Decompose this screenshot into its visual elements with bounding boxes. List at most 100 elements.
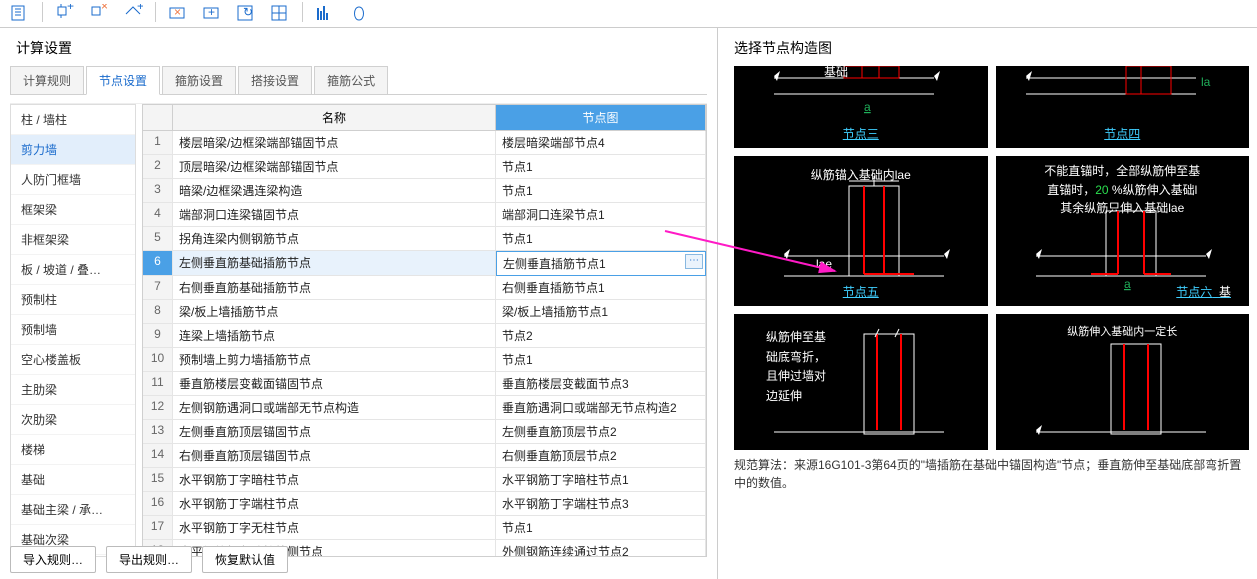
tab-node-settings[interactable]: 节点设置 bbox=[86, 66, 160, 95]
sidebar-item-stair[interactable]: 楼梯 bbox=[11, 435, 135, 465]
sidebar-item-precol[interactable]: 预制柱 bbox=[11, 285, 135, 315]
table-row[interactable]: 3暗梁/边框梁遇连梁构造节点1 bbox=[143, 179, 706, 203]
sidebar-item-foundation[interactable]: 基础 bbox=[11, 465, 135, 495]
sidebar-item-column[interactable]: 柱 / 墙柱 bbox=[11, 105, 135, 135]
row-number: 17 bbox=[143, 516, 173, 540]
sidebar-item-prewall[interactable]: 预制墙 bbox=[11, 315, 135, 345]
right-panel-title: 选择节点构造图 bbox=[734, 38, 1249, 66]
more-button[interactable]: ⋯ bbox=[685, 254, 703, 269]
diagram-node-8[interactable]: 纵筋伸入基础内一定长 bbox=[996, 314, 1250, 450]
row-number: 9 bbox=[143, 324, 173, 348]
tab-stirrup-formula[interactable]: 箍筋公式 bbox=[314, 66, 388, 94]
sidebar-item-framebeam[interactable]: 框架梁 bbox=[11, 195, 135, 225]
import-rules-button[interactable]: 导入规则… bbox=[10, 546, 96, 573]
tab-stirrup-settings[interactable]: 箍筋设置 bbox=[162, 66, 236, 94]
row-name: 水平钢筋丁字暗柱节点 bbox=[173, 468, 496, 492]
sidebar-item-secrib[interactable]: 次肋梁 bbox=[11, 405, 135, 435]
diagram-node-6[interactable]: 不能直锚时，全部纵筋伸至基 直锚时，20 %纵筋伸入基础l 其余纵筋只伸入基础l… bbox=[996, 156, 1250, 306]
svg-text:lae: lae bbox=[816, 257, 832, 271]
diagram-caption: 节点六 bbox=[1176, 285, 1212, 299]
tab-calc-rules[interactable]: 计算规则 bbox=[10, 66, 84, 94]
toolbar-icon-6[interactable]: + bbox=[200, 2, 224, 26]
sidebar-item-slab[interactable]: 板 / 坡道 / 叠… bbox=[11, 255, 135, 285]
row-number: 1 bbox=[143, 131, 173, 155]
header-node[interactable]: 节点图 bbox=[496, 105, 706, 131]
toolbar-icon-2[interactable]: + bbox=[53, 2, 77, 26]
row-node-value[interactable]: 楼层暗梁端部节点4 bbox=[496, 131, 706, 155]
table-row[interactable]: 8梁/板上墙插筋节点梁/板上墙插筋节点1 bbox=[143, 300, 706, 324]
table-row[interactable]: 13左侧垂直筋顶层锚固节点左侧垂直筋顶层节点2 bbox=[143, 420, 706, 444]
row-node-value[interactable]: 梁/板上墙插筋节点1 bbox=[496, 300, 706, 324]
table-row[interactable]: 7右侧垂直筋基础插筋节点右侧垂直插筋节点1 bbox=[143, 276, 706, 300]
sidebar-item-nonframebeam[interactable]: 非框架梁 bbox=[11, 225, 135, 255]
table-row[interactable]: 4端部洞口连梁锚固节点端部洞口连梁节点1 bbox=[143, 203, 706, 227]
row-name: 暗梁/边框梁遇连梁构造 bbox=[173, 179, 496, 203]
table-row[interactable]: 6左侧垂直筋基础插筋节点左侧垂直插筋节点1⋯ bbox=[143, 251, 706, 276]
row-number: 16 bbox=[143, 492, 173, 516]
row-number: 6 bbox=[143, 251, 173, 276]
toolbar-icon-5[interactable]: × bbox=[166, 2, 190, 26]
table-row[interactable]: 11垂直筋楼层变截面锚固节点垂直筋楼层变截面节点3 bbox=[143, 372, 706, 396]
diagram-node-4[interactable]: la 节点四 bbox=[996, 66, 1250, 148]
toolbar-icon-1[interactable] bbox=[8, 2, 32, 26]
row-node-value[interactable]: 左侧垂直筋顶层节点2 bbox=[496, 420, 706, 444]
row-node-value[interactable]: 节点2 bbox=[496, 324, 706, 348]
table-row[interactable]: 15水平钢筋丁字暗柱节点水平钢筋丁字暗柱节点1 bbox=[143, 468, 706, 492]
row-node-value[interactable]: 外侧钢筋连续通过节点2 bbox=[496, 540, 706, 557]
export-rules-button[interactable]: 导出规则… bbox=[106, 546, 192, 573]
diagram-node-3[interactable]: 基础 a 节点三 bbox=[734, 66, 988, 148]
row-node-value[interactable]: 垂直筋楼层变截面节点3 bbox=[496, 372, 706, 396]
row-number: 10 bbox=[143, 348, 173, 372]
diagram-node-5[interactable]: 纵筋锚入基础内lae lae 节点五 bbox=[734, 156, 988, 306]
restore-default-button[interactable]: 恢复默认值 bbox=[202, 546, 288, 573]
row-name: 左侧钢筋遇洞口或端部无节点构造 bbox=[173, 396, 496, 420]
row-node-value[interactable]: 水平钢筋丁字暗柱节点1 bbox=[496, 468, 706, 492]
table-row[interactable]: 10预制墙上剪力墙插筋节点节点1 bbox=[143, 348, 706, 372]
sidebar-item-defense[interactable]: 人防门框墙 bbox=[11, 165, 135, 195]
row-node-value[interactable]: 节点1 bbox=[496, 516, 706, 540]
sidebar-item-shearwall[interactable]: 剪力墙 bbox=[11, 135, 135, 165]
table-row[interactable]: 16水平钢筋丁字端柱节点水平钢筋丁字端柱节点3 bbox=[143, 492, 706, 516]
row-node-value[interactable]: 右侧垂直筋顶层节点2 bbox=[496, 444, 706, 468]
row-name: 右侧垂直筋基础插筋节点 bbox=[173, 276, 496, 300]
sidebar-item-hollow[interactable]: 空心楼盖板 bbox=[11, 345, 135, 375]
toolbar-icon-4[interactable]: + bbox=[121, 2, 145, 26]
diagram-caption: 节点四 bbox=[996, 125, 1250, 142]
table-row[interactable]: 17水平钢筋丁字无柱节点节点1 bbox=[143, 516, 706, 540]
table-row[interactable]: 5拐角连梁内侧钢筋节点节点1 bbox=[143, 227, 706, 251]
row-node-value[interactable]: 右侧垂直插筋节点1 bbox=[496, 276, 706, 300]
table-row[interactable]: 2顶层暗梁/边框梁端部锚固节点节点1 bbox=[143, 155, 706, 179]
row-name: 左侧垂直筋顶层锚固节点 bbox=[173, 420, 496, 444]
sidebar-item-foundbeam[interactable]: 基础主梁 / 承… bbox=[11, 495, 135, 525]
sidebar-item-mainrib[interactable]: 主肋梁 bbox=[11, 375, 135, 405]
svg-text:↻: ↻ bbox=[243, 5, 253, 19]
toolbar-icon-7[interactable]: ↻ bbox=[234, 2, 258, 26]
row-node-value[interactable]: 节点1 bbox=[496, 348, 706, 372]
diagram-node-7[interactable]: 纵筋伸至基 础底弯折， 且伸过墙对 边延伸 bbox=[734, 314, 988, 450]
row-name: 水平钢筋丁字端柱节点 bbox=[173, 492, 496, 516]
row-node-value[interactable]: 端部洞口连梁节点1 bbox=[496, 203, 706, 227]
tabs: 计算规则 节点设置 箍筋设置 搭接设置 箍筋公式 bbox=[10, 66, 707, 95]
header-rownum bbox=[143, 105, 173, 131]
table-row[interactable]: 9连梁上墙插筋节点节点2 bbox=[143, 324, 706, 348]
toolbar-icon-3[interactable]: × bbox=[87, 2, 111, 26]
toolbar-icon-10[interactable] bbox=[347, 2, 371, 26]
category-sidebar: 柱 / 墙柱 剪力墙 人防门框墙 框架梁 非框架梁 板 / 坡道 / 叠… 预制… bbox=[10, 104, 136, 557]
row-node-value[interactable]: 左侧垂直插筋节点1⋯ bbox=[496, 251, 706, 276]
footnote: 规范算法：来源16G101-3第64页的"墙插筋在基础中锚固构造"节点；垂直筋伸… bbox=[734, 456, 1249, 492]
row-node-value[interactable]: 节点1 bbox=[496, 155, 706, 179]
table-row[interactable]: 12左侧钢筋遇洞口或端部无节点构造垂直筋遇洞口或端部无节点构造2 bbox=[143, 396, 706, 420]
row-node-value[interactable]: 节点1 bbox=[496, 179, 706, 203]
svg-text:+: + bbox=[67, 4, 74, 13]
table-row[interactable]: 1楼层暗梁/边框梁端部锚固节点楼层暗梁端部节点4 bbox=[143, 131, 706, 155]
row-node-value[interactable]: 节点1 bbox=[496, 227, 706, 251]
row-node-value[interactable]: 水平钢筋丁字端柱节点3 bbox=[496, 492, 706, 516]
panel-title: 计算设置 bbox=[10, 36, 707, 66]
row-node-value[interactable]: 垂直筋遇洞口或端部无节点构造2 bbox=[496, 396, 706, 420]
table-row[interactable]: 14右侧垂直筋顶层锚固节点右侧垂直筋顶层节点2 bbox=[143, 444, 706, 468]
toolbar-icon-8[interactable] bbox=[268, 2, 292, 26]
diagram-caption: 节点三 bbox=[734, 125, 988, 142]
toolbar-icon-9[interactable] bbox=[313, 2, 337, 26]
tab-lap-settings[interactable]: 搭接设置 bbox=[238, 66, 312, 94]
row-number: 3 bbox=[143, 179, 173, 203]
